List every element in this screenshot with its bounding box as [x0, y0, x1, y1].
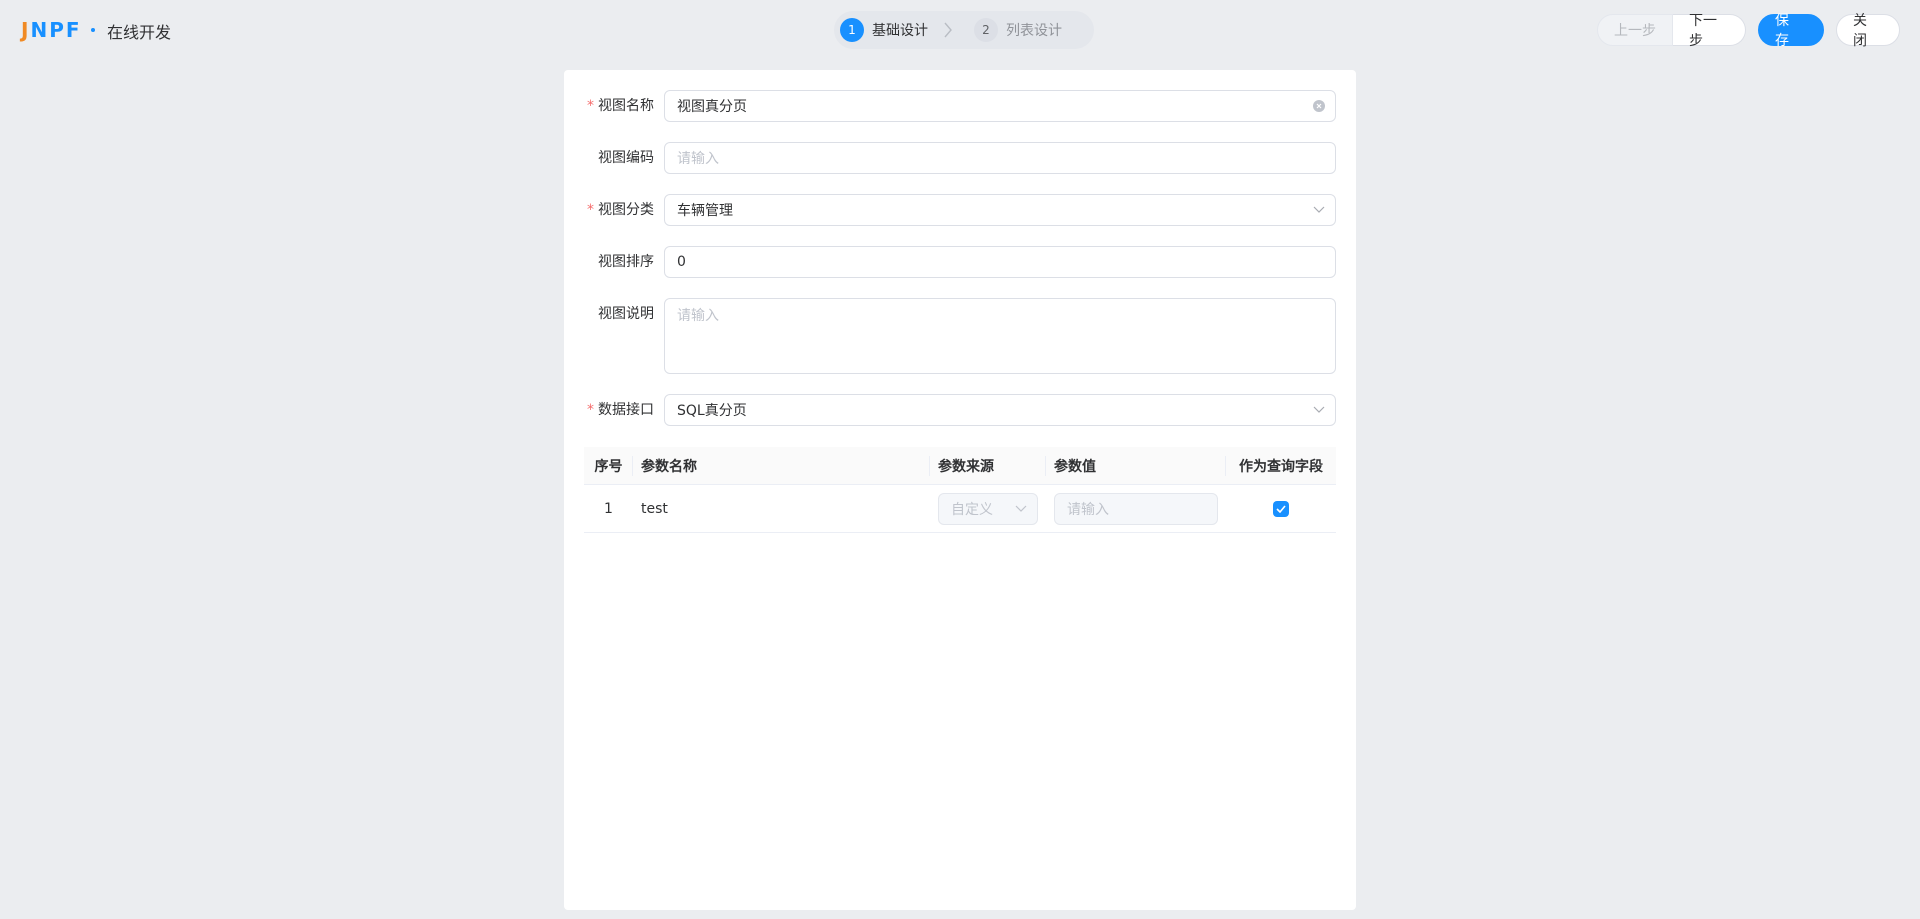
cell-as-query — [1226, 485, 1336, 532]
chevron-down-icon — [1313, 406, 1325, 414]
view-sort-input[interactable]: 0 — [664, 246, 1336, 278]
logo-text: JNPF — [21, 18, 82, 42]
data-api-label: * 数据接口 — [584, 394, 664, 426]
as-query-checkbox[interactable] — [1273, 500, 1289, 517]
step-label: 列表设计 — [1006, 23, 1062, 39]
chevron-down-icon — [1313, 206, 1325, 214]
save-button[interactable]: 保 存 — [1758, 13, 1824, 49]
view-desc-label: 视图说明 — [598, 306, 654, 322]
step-number: 1 — [840, 18, 864, 42]
prev-step-button[interactable]: 上一步 — [1597, 14, 1673, 46]
steps-indicator: 1 基础设计 2 列表设计 — [834, 11, 1094, 49]
step-list-design[interactable]: 2 列表设计 — [968, 11, 1062, 49]
cell-param-value: 请输入 — [1046, 485, 1226, 532]
step-label: 基础设计 — [872, 23, 928, 39]
step-basic-design[interactable]: 1 基础设计 — [834, 11, 928, 49]
form-row-view-code: 视图编码 请输入 — [584, 142, 1336, 174]
view-code-label: 视图编码 — [598, 150, 654, 166]
data-api-select[interactable]: SQL真分页 — [664, 394, 1336, 426]
column-header-name: 参数名称 — [633, 447, 930, 484]
app-title: 在线开发 — [107, 23, 172, 42]
form-row-view-name: * 视图名称 视图真分页 — [584, 90, 1336, 122]
form-row-view-category: * 视图分类 车辆管理 — [584, 194, 1336, 226]
close-button[interactable]: 关 闭 — [1836, 13, 1900, 49]
form-row-view-sort: 视图排序 0 — [584, 246, 1336, 278]
required-mark: * — [587, 402, 594, 418]
next-step-button[interactable]: 下一步 — [1673, 13, 1746, 49]
select-value: 自定义 — [951, 501, 993, 518]
column-header-source: 参数来源 — [930, 447, 1046, 484]
param-source-select[interactable]: 自定义 — [938, 492, 1038, 525]
select-value: SQL真分页 — [677, 403, 747, 419]
jnpf-logo: JNPF — [21, 18, 82, 42]
table-row: 1 test 自定义 请输入 — [584, 485, 1336, 533]
view-category-select[interactable]: 车辆管理 — [664, 194, 1336, 226]
form-row-view-desc: 视图说明 请输入 — [584, 298, 1336, 374]
column-header-value: 参数值 — [1046, 447, 1226, 484]
input-placeholder: 请输入 — [1067, 501, 1109, 518]
check-icon — [1276, 504, 1286, 513]
params-table: 序号 参数名称 参数来源 参数值 作为查询字段 1 test 自定义 请输入 — [584, 447, 1336, 533]
view-sort-label: 视图排序 — [598, 254, 654, 270]
clear-icon[interactable] — [1313, 100, 1325, 112]
table-header: 序号 参数名称 参数来源 参数值 作为查询字段 — [584, 447, 1336, 485]
required-mark: * — [587, 202, 594, 218]
param-value-input[interactable]: 请输入 — [1054, 492, 1218, 525]
input-value: 0 — [677, 254, 686, 270]
cell-param-name: test — [641, 500, 668, 517]
cell-index: 1 — [604, 500, 613, 517]
view-name-input[interactable]: 视图真分页 — [664, 90, 1336, 122]
input-placeholder: 请输入 — [677, 151, 719, 167]
view-name-label: * 视图名称 — [584, 90, 664, 122]
label-text: 数据接口 — [598, 402, 654, 418]
chevron-down-icon — [1015, 505, 1027, 513]
form-card: *视图名称 视图真分页 视图编码 请输入 *视图分类 车辆管理 视图排序 0 — [564, 70, 1356, 910]
column-header-as-query: 作为查询字段 — [1239, 458, 1323, 475]
input-value: 视图真分页 — [677, 99, 747, 115]
textarea-placeholder: 请输入 — [677, 308, 719, 324]
select-value: 车辆管理 — [677, 203, 733, 219]
column-header-index: 序号 — [584, 447, 633, 484]
view-code-input[interactable]: 请输入 — [664, 142, 1336, 174]
step-nav-buttons: 上一步 下一步 — [1597, 13, 1746, 49]
title-separator-dot — [91, 28, 95, 32]
label-text: 视图名称 — [598, 98, 654, 114]
step-number: 2 — [974, 18, 998, 42]
required-mark: * — [587, 98, 594, 114]
view-category-label: * 视图分类 — [584, 194, 664, 226]
top-header: JNPF 在线开发 1 基础设计 2 列表设计 上一步 下一步 保 存 关 闭 — [0, 0, 1920, 60]
view-desc-textarea[interactable]: 请输入 — [664, 298, 1336, 374]
chevron-right-icon — [928, 22, 968, 38]
cell-param-source: 自定义 — [930, 485, 1046, 532]
label-text: 视图分类 — [598, 202, 654, 218]
form-row-data-api: * 数据接口 SQL真分页 — [584, 394, 1336, 426]
